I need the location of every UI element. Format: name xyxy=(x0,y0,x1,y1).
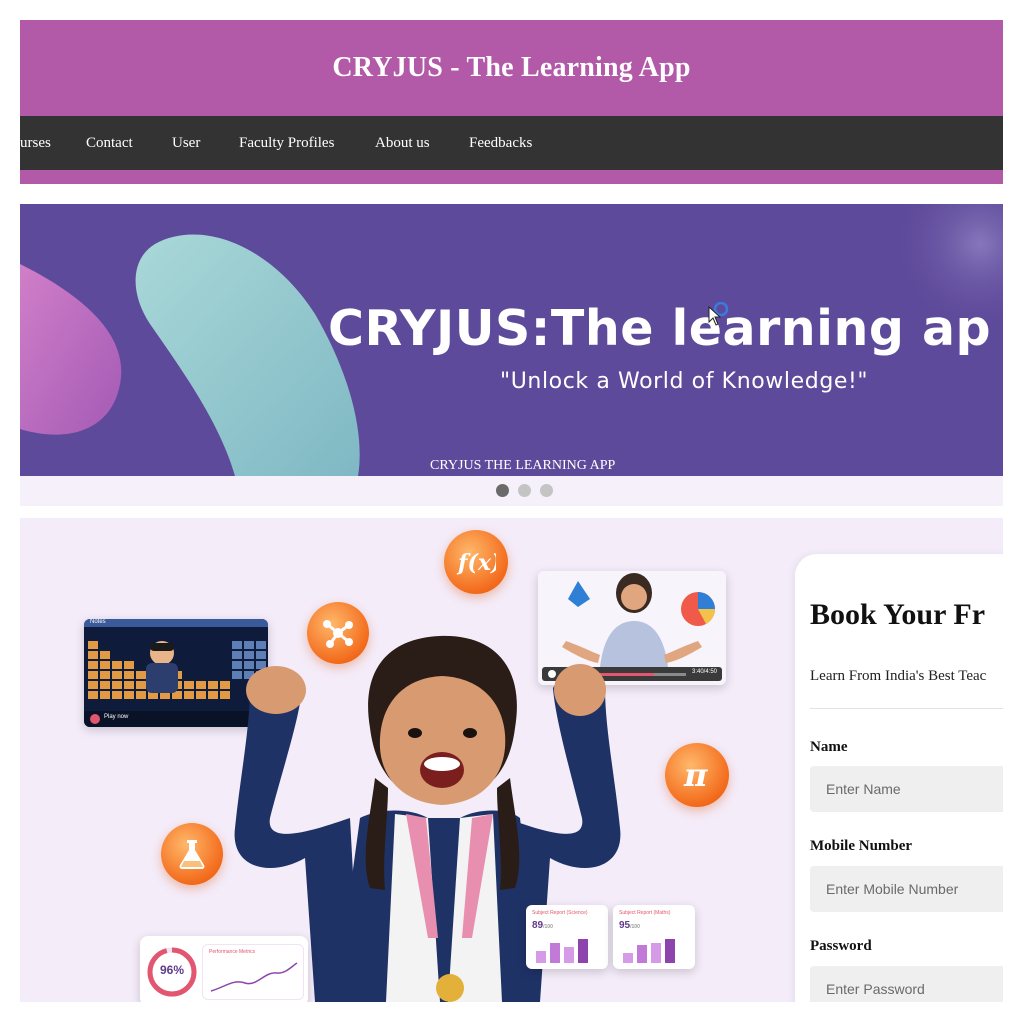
performance-card: 96% Performance Metrics xyxy=(140,936,308,1002)
nav-accent-strip xyxy=(20,170,1003,184)
report-card-science: Subject Report (Science) 89/100 xyxy=(526,905,608,969)
svg-text:π: π xyxy=(683,757,708,793)
nav-item-contact[interactable]: Contact xyxy=(86,116,133,170)
hero-section: Notes Play now 3:40/4:50 f(x π 96% Perfo… xyxy=(20,518,1003,1002)
nav-item-courses[interactable]: urses xyxy=(20,116,51,170)
report-score: 95/100 xyxy=(619,920,640,931)
mobile-label: Mobile Number xyxy=(810,838,913,854)
metrics-label: Performance Metrics xyxy=(209,949,256,955)
metrics-line xyxy=(210,962,298,992)
form-subtitle: Learn From India's Best Teac xyxy=(810,668,987,684)
mobile-input[interactable] xyxy=(810,866,1003,912)
name-label: Name xyxy=(810,739,848,755)
form-title: Book Your Fr xyxy=(810,598,986,631)
report-bars xyxy=(536,939,588,963)
spacer xyxy=(20,506,1003,518)
booking-form-card: Book Your Fr Learn From India's Best Tea… xyxy=(795,554,1003,1002)
carousel-banner[interactable]: CRYJUS:The learning ap "Unlock a World o… xyxy=(20,204,1003,476)
carousel-dot-2[interactable] xyxy=(518,484,531,497)
banner-caption: CRYJUS THE LEARNING APP xyxy=(430,458,616,473)
password-input[interactable] xyxy=(810,966,1003,1002)
performance-percent: 96% xyxy=(159,963,185,977)
nav-item-feedbacks[interactable]: Feedbacks xyxy=(469,116,532,170)
student-illustration xyxy=(234,635,621,1002)
report-score: 89/100 xyxy=(532,920,553,931)
report-card-maths: Subject Report (Maths) 95/100 xyxy=(613,905,695,969)
main-nav: urses Contact User Faculty Profiles Abou… xyxy=(20,116,1003,170)
carousel-indicators xyxy=(20,476,1003,506)
report-title: Subject Report (Science) xyxy=(532,910,588,916)
site-title: CRYJUS - The Learning App xyxy=(332,52,691,83)
nav-item-user[interactable]: User xyxy=(172,116,200,170)
banner-tagline: "Unlock a World of Knowledge!" xyxy=(500,369,869,394)
name-input[interactable] xyxy=(810,766,1003,812)
video-time: 3:40/4:50 xyxy=(692,669,718,675)
page-frame: CRYJUS - The Learning App urses Contact … xyxy=(20,20,1003,1002)
spacer xyxy=(20,184,1003,204)
carousel-dot-1[interactable] xyxy=(496,484,509,497)
form-divider xyxy=(810,708,1003,709)
report-bars xyxy=(623,939,675,963)
nav-item-about-us[interactable]: About us xyxy=(375,116,430,170)
site-header: CRYJUS - The Learning App xyxy=(20,20,1003,116)
carousel-dot-3[interactable] xyxy=(540,484,553,497)
password-label: Password xyxy=(810,938,872,954)
nav-item-faculty-profiles[interactable]: Faculty Profiles xyxy=(239,116,334,170)
mouse-cursor-icon xyxy=(708,302,729,326)
metrics-panel: Performance Metrics xyxy=(202,944,304,1000)
report-title: Subject Report (Maths) xyxy=(619,910,671,916)
play-now-label: Play now xyxy=(104,714,129,720)
banner-headline: CRYJUS:The learning ap xyxy=(328,300,992,357)
